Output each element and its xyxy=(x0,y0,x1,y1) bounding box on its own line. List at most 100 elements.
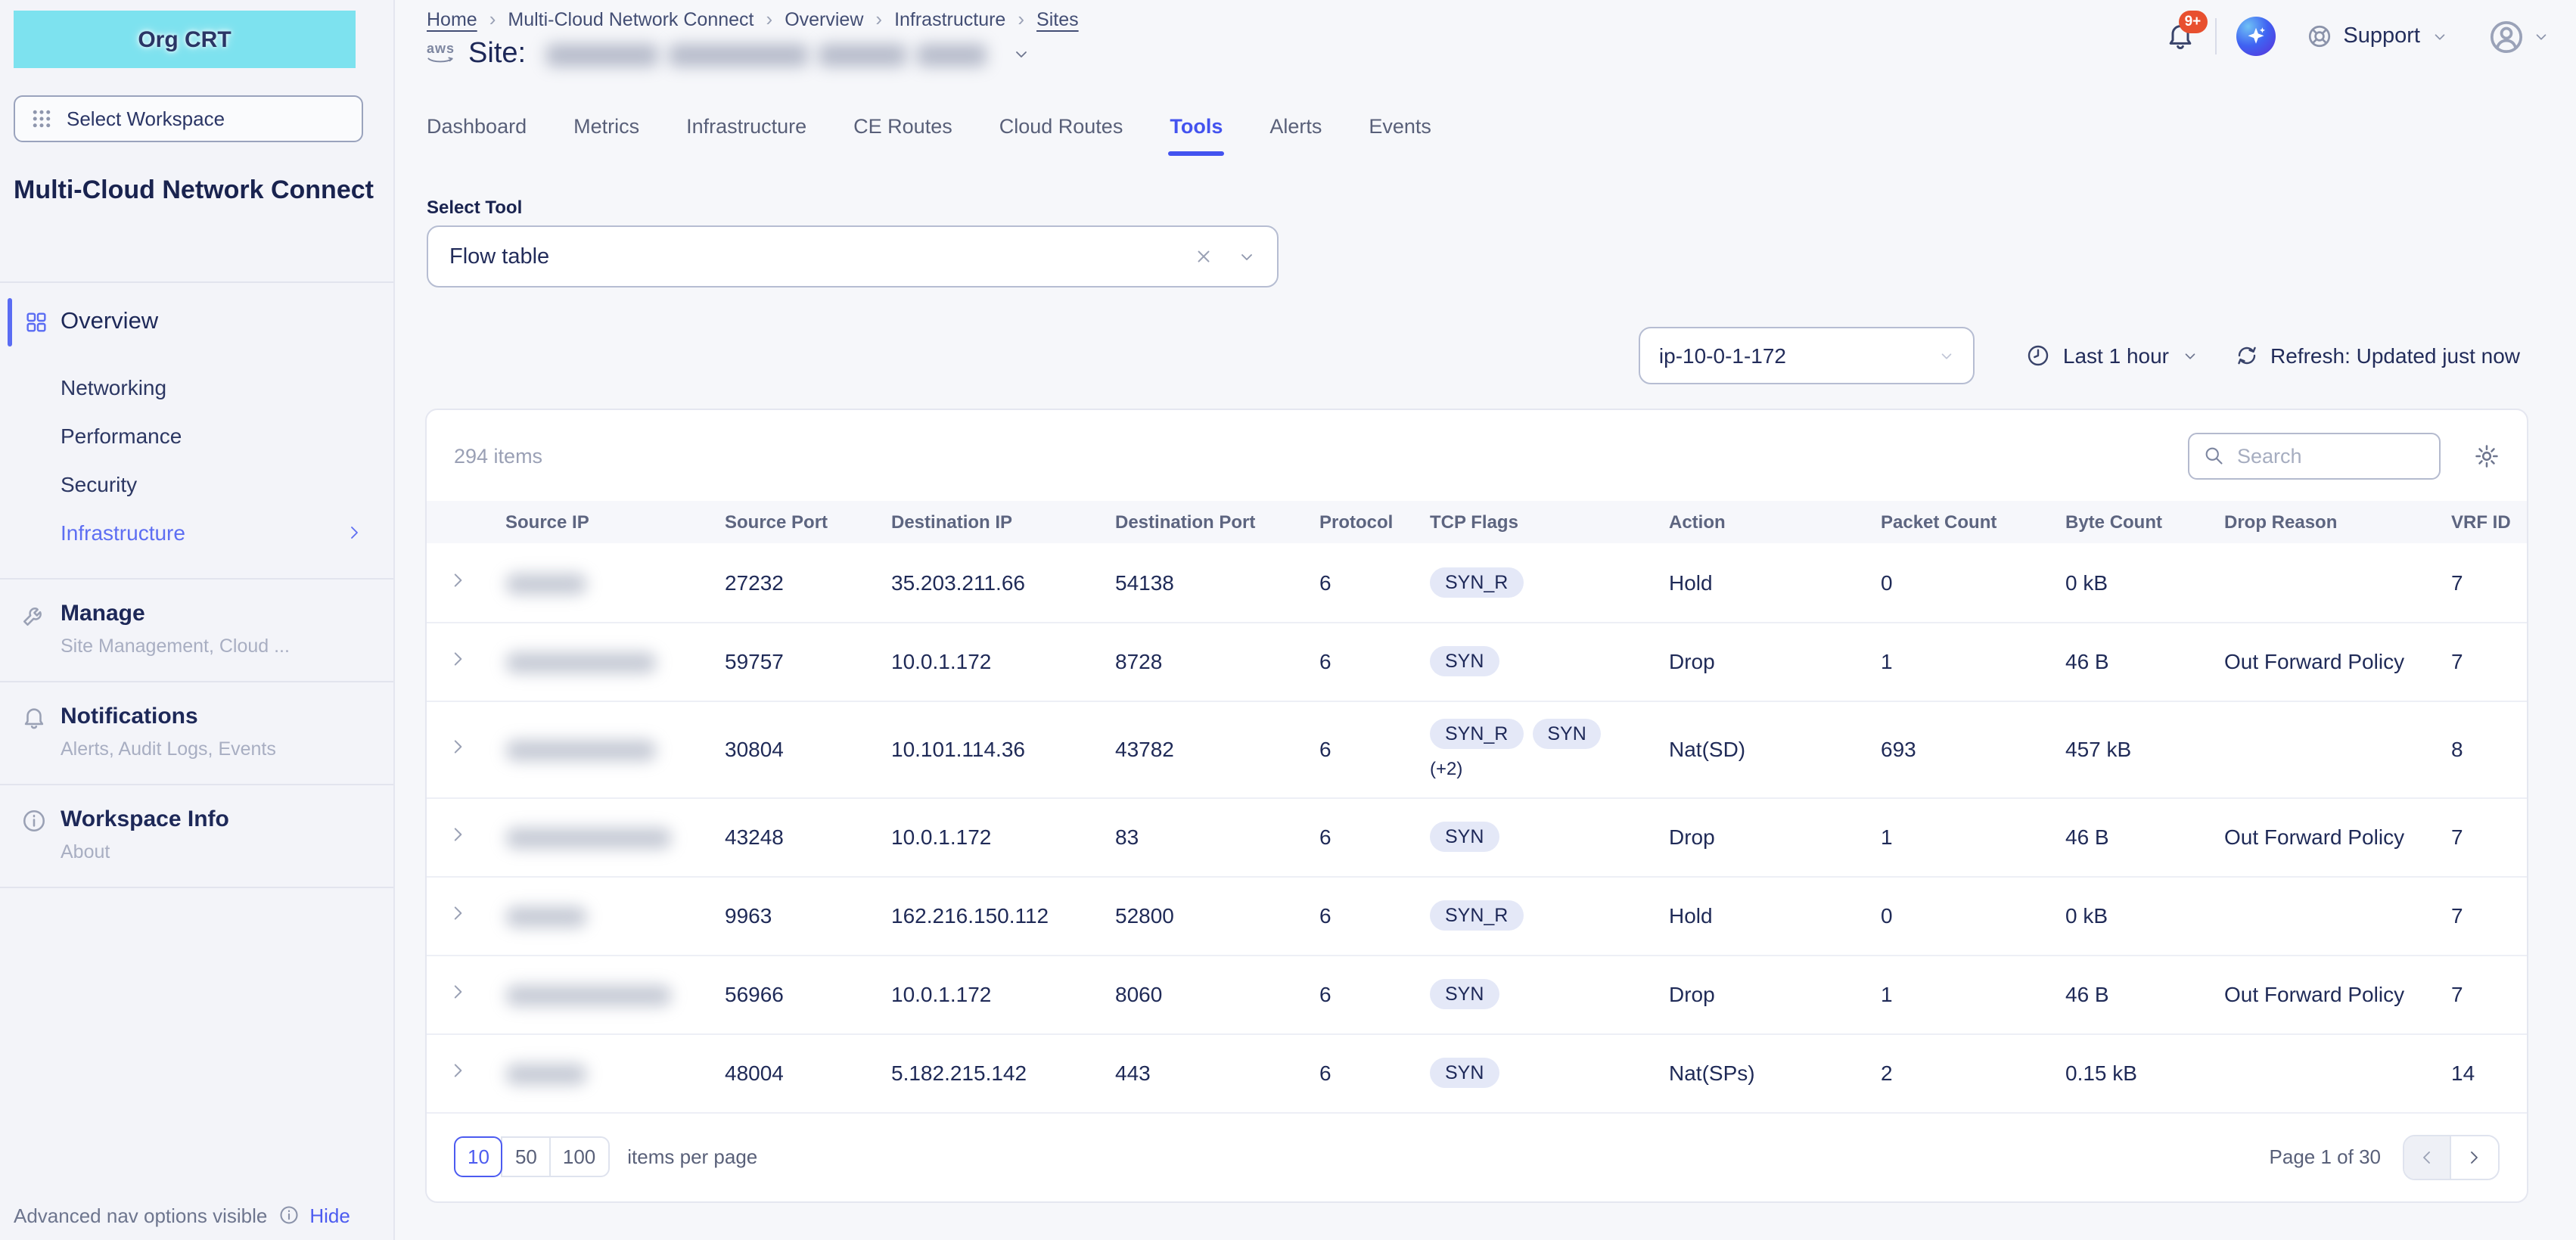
redacted-source-ip xyxy=(505,906,587,928)
column-header-byte-count[interactable]: Byte Count xyxy=(2041,501,2200,543)
cell-source-port: 9963 xyxy=(701,876,867,955)
prev-page-button[interactable] xyxy=(2404,1136,2450,1178)
site-title-row: aws Site: xyxy=(427,38,1030,71)
sidebar-divider xyxy=(0,281,393,283)
column-header-tcp-flags[interactable]: TCP Flags xyxy=(1406,501,1645,543)
cell-destination-ip: 10.101.114.36 xyxy=(867,701,1091,797)
tab-alerts[interactable]: Alerts xyxy=(1269,115,1322,156)
column-header-source-ip[interactable]: Source IP xyxy=(481,501,701,543)
sidebar-item-security[interactable]: Security xyxy=(0,460,393,508)
row-expand-icon[interactable] xyxy=(448,825,468,844)
support-menu[interactable]: Support xyxy=(2305,23,2447,50)
cell-destination-ip: 10.0.1.172 xyxy=(867,955,1091,1033)
column-header-protocol[interactable]: Protocol xyxy=(1295,501,1406,543)
app: Org CRT Select Workspace Multi-Cloud Net… xyxy=(0,0,2576,1240)
column-header-packet-count[interactable]: Packet Count xyxy=(1857,501,2041,543)
column-header-source-port[interactable]: Source Port xyxy=(701,501,867,543)
cell-tcp-flags: SYN_R xyxy=(1406,543,1645,622)
sidebar-item-infrastructure[interactable]: Infrastructure xyxy=(0,508,393,557)
node-select[interactable]: ip-10-0-1-172 xyxy=(1639,327,1975,384)
items-per-page-label: items per page xyxy=(627,1145,2269,1168)
breadcrumb-item-infrastructure[interactable]: Infrastructure xyxy=(894,8,1005,30)
search-input[interactable] xyxy=(2234,443,2425,468)
cell-source-port: 48004 xyxy=(701,1033,867,1112)
cell-drop-reason xyxy=(2200,543,2427,622)
cell-tcp-flags: SYN_R xyxy=(1406,876,1645,955)
hide-nav-link[interactable]: Hide xyxy=(309,1204,350,1226)
breadcrumb-separator-icon: › xyxy=(875,8,882,30)
tab-cloud-routes[interactable]: Cloud Routes xyxy=(999,115,1123,156)
cell-drop-reason: Out Forward Policy xyxy=(2200,797,2427,876)
table-toolbar: 294 items xyxy=(427,410,2526,501)
notifications-badge: 9+ xyxy=(2178,11,2207,33)
ai-assistant-icon[interactable] xyxy=(2236,17,2275,56)
pagination: 1050100 items per page Page 1 of 30 xyxy=(427,1119,2526,1201)
tab-ce-routes[interactable]: CE Routes xyxy=(853,115,952,156)
cell-destination-ip: 162.216.150.112 xyxy=(867,876,1091,955)
cell-tcp-flags: SYN xyxy=(1406,622,1645,701)
row-expand-icon[interactable] xyxy=(448,649,468,669)
page-size-50[interactable]: 50 xyxy=(502,1136,551,1177)
chevron-down-icon xyxy=(1939,347,1956,364)
org-button[interactable]: Org CRT xyxy=(14,11,356,68)
page-size-10[interactable]: 10 xyxy=(454,1136,503,1177)
row-expand-icon[interactable] xyxy=(448,570,468,590)
row-expand-icon[interactable] xyxy=(448,737,468,757)
tool-select[interactable]: Flow table xyxy=(427,225,1279,287)
notifications-bell-icon[interactable]: 9+ xyxy=(2164,21,2195,51)
flow-table: Source IPSource PortDestination IPDestin… xyxy=(427,501,2526,1119)
sidebar-item-overview[interactable]: Overview xyxy=(0,298,393,347)
select-workspace-button[interactable]: Select Workspace xyxy=(14,95,363,142)
next-page-button[interactable] xyxy=(2450,1136,2497,1178)
column-header-destination-ip[interactable]: Destination IP xyxy=(867,501,1091,543)
breadcrumb-item-home[interactable]: Home xyxy=(427,8,477,30)
tab-infrastructure[interactable]: Infrastructure xyxy=(686,115,806,156)
cell-protocol: 6 xyxy=(1295,701,1406,797)
tcp-flag-badge: SYN_R xyxy=(1430,719,1523,749)
cell-source-port: 59757 xyxy=(701,622,867,701)
column-header-action[interactable]: Action xyxy=(1645,501,1857,543)
redacted-source-ip xyxy=(505,573,587,595)
tab-events[interactable]: Events xyxy=(1369,115,1431,156)
chevron-down-icon[interactable] xyxy=(1011,45,1030,64)
page-size-100[interactable]: 100 xyxy=(549,1136,609,1177)
overview-subitems: NetworkingPerformanceSecurityInfrastruct… xyxy=(0,363,393,557)
cell-source-port: 30804 xyxy=(701,701,867,797)
tab-tools[interactable]: Tools xyxy=(1170,115,1223,156)
column-header-destination-port[interactable]: Destination Port xyxy=(1091,501,1295,543)
sidebar-item-workspace-info[interactable]: Workspace InfoAbout xyxy=(0,784,393,888)
breadcrumb-separator-icon: › xyxy=(1018,8,1024,30)
row-expand-icon[interactable] xyxy=(448,982,468,1002)
breadcrumb-item-overview[interactable]: Overview xyxy=(785,8,863,30)
tab-metrics[interactable]: Metrics xyxy=(573,115,639,156)
sidebar-item-networking[interactable]: Networking xyxy=(0,363,393,412)
cell-destination-ip: 10.0.1.172 xyxy=(867,797,1091,876)
grid-dots-icon xyxy=(30,107,53,130)
search-icon xyxy=(2202,445,2223,466)
breadcrumb-item-multi-cloud-network-connect[interactable]: Multi-Cloud Network Connect xyxy=(508,8,754,30)
cell-byte-count: 46 B xyxy=(2041,622,2200,701)
user-menu[interactable] xyxy=(2487,17,2549,55)
info-icon xyxy=(278,1204,299,1226)
cell-vrf-id: 7 xyxy=(2427,797,2526,876)
time-range-select[interactable]: Last 1 hour xyxy=(2027,343,2198,368)
sidebar-item-notifications[interactable]: NotificationsAlerts, Audit Logs, Events xyxy=(0,681,393,784)
flow-table-card: 294 items Source IPSource PortDestinatio… xyxy=(425,409,2528,1202)
clear-icon[interactable] xyxy=(1194,247,1213,266)
cell-destination-port: 52800 xyxy=(1091,876,1295,955)
sidebar-item-performance[interactable]: Performance xyxy=(0,412,393,460)
sidebar-item-manage[interactable]: ManageSite Management, Cloud ... xyxy=(0,578,393,681)
cell-action: Drop xyxy=(1645,797,1857,876)
breadcrumb-item-sites[interactable]: Sites xyxy=(1036,8,1079,30)
refresh-button[interactable]: Refresh: Updated just now xyxy=(2234,343,2520,368)
tcp-flag-badge: SYN_R xyxy=(1430,567,1523,598)
cell-destination-port: 43782 xyxy=(1091,701,1295,797)
row-expand-icon[interactable] xyxy=(448,903,468,923)
column-header-drop-reason[interactable]: Drop Reason xyxy=(2200,501,2427,543)
column-header-vrf-id[interactable]: VRF ID xyxy=(2427,501,2526,543)
gear-icon[interactable] xyxy=(2473,443,2499,468)
row-expand-icon[interactable] xyxy=(448,1061,468,1080)
tcp-flag-badge: SYN xyxy=(1430,646,1499,676)
tab-dashboard[interactable]: Dashboard xyxy=(427,115,527,156)
active-indicator-bar xyxy=(8,298,12,347)
